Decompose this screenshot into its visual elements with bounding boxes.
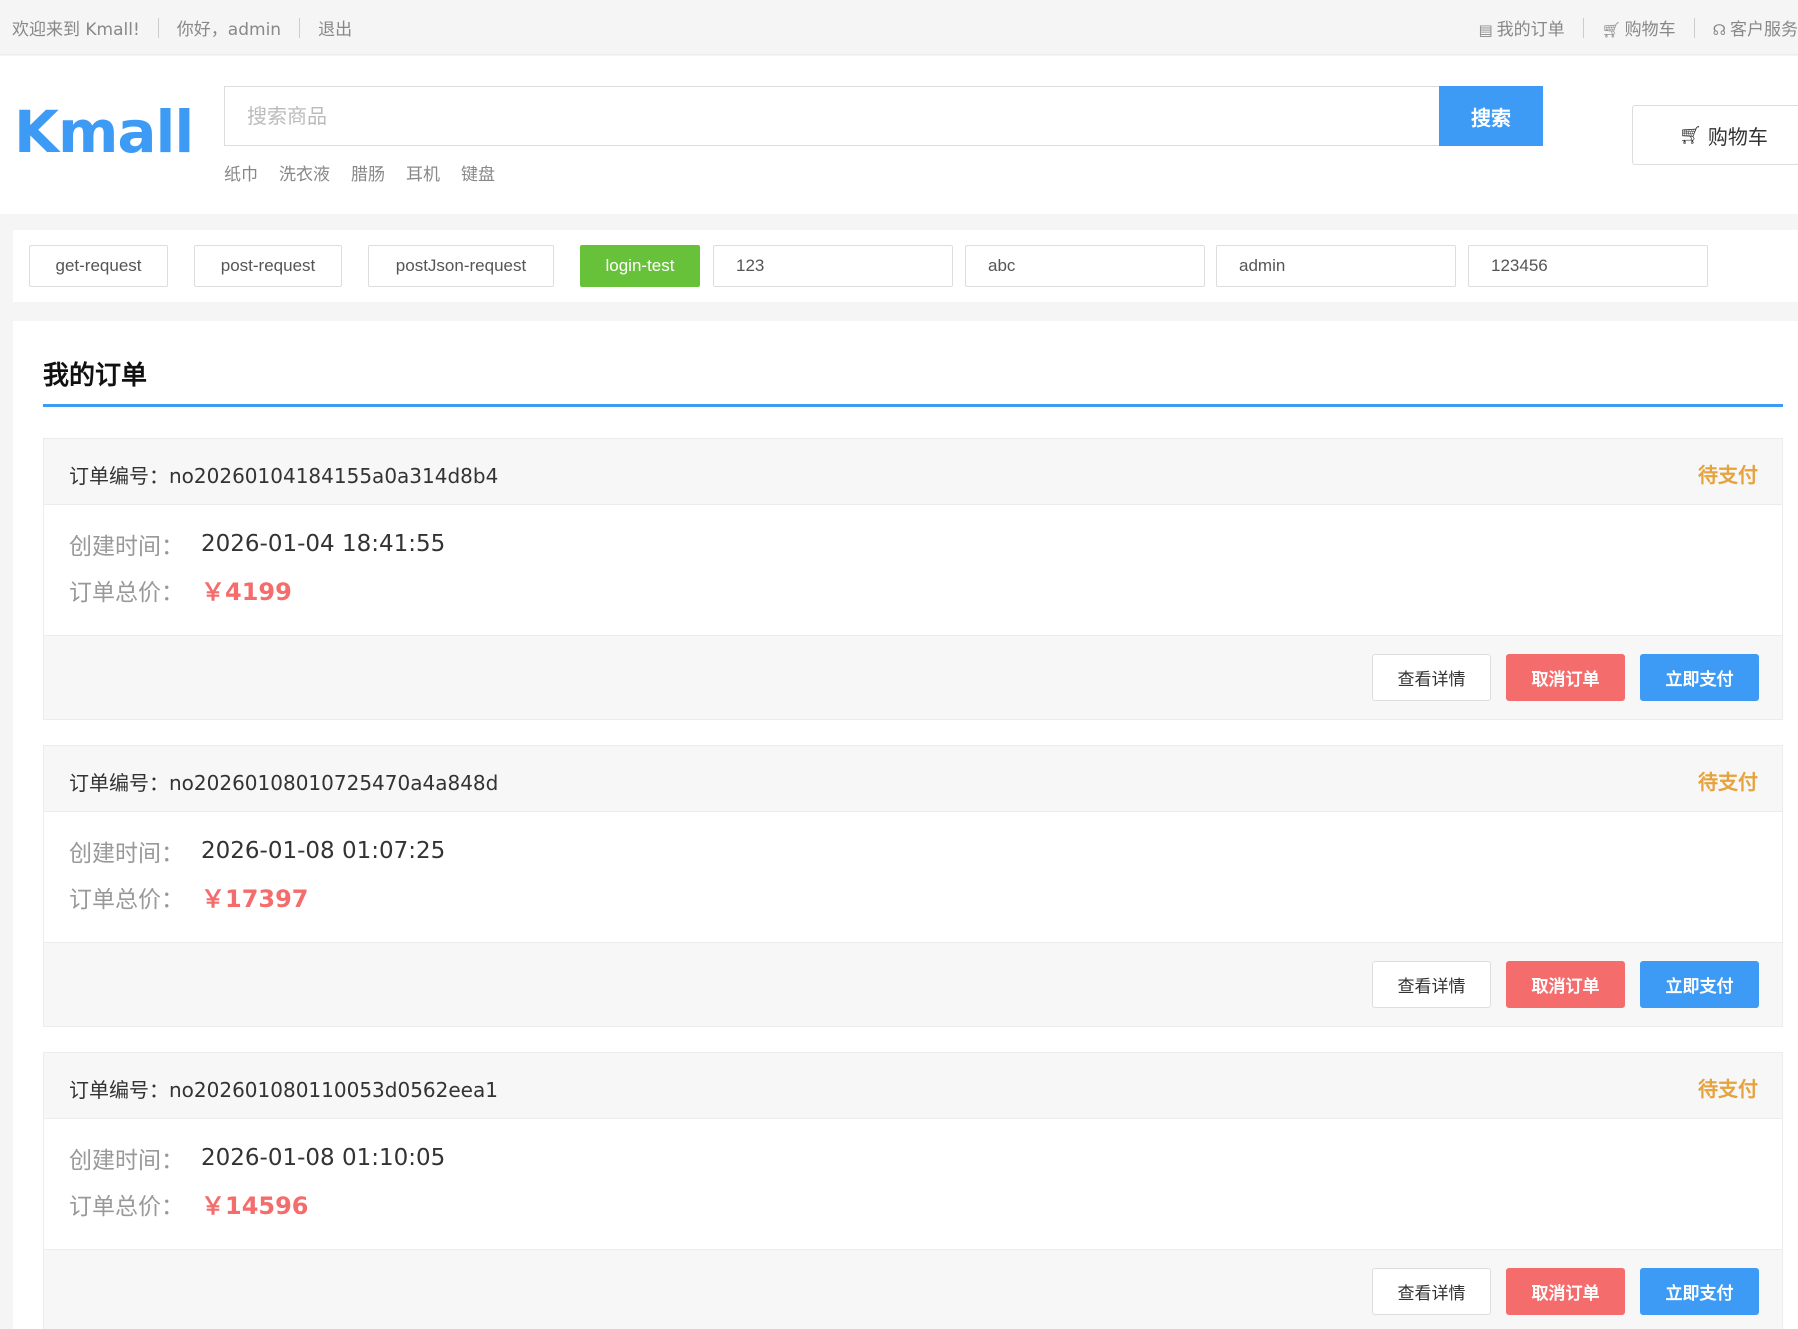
hot-keyword[interactable]: 键盘 bbox=[461, 160, 495, 185]
order-status: 待支付 bbox=[1698, 1077, 1758, 1101]
divider bbox=[1693, 17, 1695, 38]
cart-link[interactable]: 🛒︎ 购物车 bbox=[1602, 15, 1676, 40]
order-card: 订单编号：no202601080110053d0562eea1 待支付 创建时间… bbox=[43, 1052, 1783, 1329]
login-test-button[interactable]: login-test bbox=[580, 245, 700, 287]
hot-keyword[interactable]: 腊肠 bbox=[351, 160, 385, 185]
order-card: 订单编号：no20260104184155a0a314d8b4 待支付 创建时间… bbox=[43, 438, 1783, 720]
cart-icon: 🛒︎ bbox=[1679, 124, 1702, 146]
my-orders-label: 我的订单 bbox=[1496, 20, 1565, 40]
order-actions: 查看详情 取消订单 立即支付 bbox=[44, 635, 1782, 719]
created-label: 创建时间： bbox=[69, 534, 184, 560]
top-bar: 欢迎来到 Kmall! 你好，admin 退出 ▤ 我的订单 🛒︎ 购物车 ☊ 客户服… bbox=[0, 0, 1798, 55]
hot-keyword[interactable]: 洗衣液 bbox=[279, 160, 330, 185]
total-label: 订单总价： bbox=[69, 579, 184, 606]
order-total: ￥14596 bbox=[201, 1192, 309, 1220]
order-no-label: 订单编号： bbox=[69, 771, 169, 795]
logo[interactable]: Kmall bbox=[14, 98, 194, 166]
customer-service-label: 客户服务 bbox=[1730, 20, 1798, 40]
order-created-row: 创建时间： 2026-01-08 01:10:05 bbox=[69, 1141, 445, 1175]
order-number: no20260108010725470a4a848d bbox=[169, 771, 499, 795]
cart-icon: 🛒︎ bbox=[1601, 21, 1621, 39]
post-request-button[interactable]: post-request bbox=[194, 245, 342, 287]
order-body: 创建时间： 2026-01-08 01:07:25 订单总价： ￥17397 bbox=[44, 812, 1782, 942]
top-bar-right: ▤ 我的订单 🛒︎ 购物车 ☊ 客户服务 bbox=[1478, 0, 1798, 55]
order-body: 创建时间： 2026-01-04 18:41:55 订单总价： ￥4199 bbox=[44, 505, 1782, 635]
logout-link[interactable]: 退出 bbox=[318, 15, 352, 40]
order-total: ￥4199 bbox=[201, 578, 292, 606]
test-input-4[interactable] bbox=[1468, 245, 1708, 287]
created-label: 创建时间： bbox=[69, 841, 184, 867]
hot-keyword[interactable]: 耳机 bbox=[406, 160, 440, 185]
test-toolbar: get-request post-request postJson-reques… bbox=[13, 230, 1798, 302]
order-actions: 查看详情 取消订单 立即支付 bbox=[44, 942, 1782, 1026]
get-request-button[interactable]: get-request bbox=[29, 245, 168, 287]
created-label: 创建时间： bbox=[69, 1148, 184, 1174]
test-input-3[interactable] bbox=[1216, 245, 1456, 287]
hot-keywords: 纸巾 洗衣液 腊肠 耳机 键盘 bbox=[224, 160, 495, 185]
cart-link-label: 购物车 bbox=[1624, 20, 1676, 40]
header-cart-label: 购物车 bbox=[1707, 124, 1768, 149]
order-header: 订单编号：no202601080110053d0562eea1 待支付 bbox=[44, 1053, 1782, 1119]
order-total-row: 订单总价： ￥17397 bbox=[69, 879, 309, 914]
total-label: 订单总价： bbox=[69, 886, 184, 913]
divider bbox=[299, 17, 301, 38]
pay-now-button[interactable]: 立即支付 bbox=[1640, 961, 1759, 1008]
headset-icon: ☊ bbox=[1712, 21, 1726, 39]
title-underline bbox=[43, 404, 1783, 407]
order-number: no202601080110053d0562eea1 bbox=[169, 1078, 498, 1102]
order-created-row: 创建时间： 2026-01-08 01:07:25 bbox=[69, 834, 445, 868]
search-button[interactable]: 搜索 bbox=[1439, 86, 1543, 146]
order-number: no20260104184155a0a314d8b4 bbox=[169, 464, 499, 488]
order-no-label: 订单编号： bbox=[69, 1078, 169, 1102]
order-card: 订单编号：no20260108010725470a4a848d 待支付 创建时间… bbox=[43, 745, 1783, 1027]
view-detail-button[interactable]: 查看详情 bbox=[1372, 961, 1491, 1008]
order-total: ￥17397 bbox=[201, 885, 309, 913]
order-actions: 查看详情 取消订单 立即支付 bbox=[44, 1249, 1782, 1329]
post-json-request-button[interactable]: postJson-request bbox=[368, 245, 554, 287]
order-status: 待支付 bbox=[1698, 770, 1758, 794]
total-label: 订单总价： bbox=[69, 1193, 184, 1220]
order-header: 订单编号：no20260104184155a0a314d8b4 待支付 bbox=[44, 439, 1782, 505]
user-greeting: 你好，admin bbox=[176, 20, 282, 40]
order-status: 待支付 bbox=[1698, 463, 1758, 487]
order-no-label: 订单编号： bbox=[69, 464, 169, 488]
welcome-text: 欢迎来到 Kmall! bbox=[12, 20, 140, 40]
divider bbox=[157, 17, 159, 38]
customer-service-link[interactable]: ☊ 客户服务 bbox=[1713, 15, 1798, 40]
pay-now-button[interactable]: 立即支付 bbox=[1640, 1268, 1759, 1315]
created-time: 2026-01-08 01:07:25 bbox=[201, 838, 446, 864]
created-time: 2026-01-08 01:10:05 bbox=[201, 1145, 446, 1171]
order-header: 订单编号：no20260108010725470a4a848d 待支付 bbox=[44, 746, 1782, 812]
order-created-row: 创建时间： 2026-01-04 18:41:55 bbox=[69, 527, 445, 561]
orders-panel: 我的订单 订单编号：no20260104184155a0a314d8b4 待支付… bbox=[13, 321, 1798, 1329]
page-title: 我的订单 bbox=[43, 361, 148, 391]
hot-keyword[interactable]: 纸巾 bbox=[224, 160, 258, 185]
order-total-row: 订单总价： ￥14596 bbox=[69, 1186, 309, 1221]
document-icon: ▤ bbox=[1478, 21, 1493, 39]
test-input-2[interactable] bbox=[965, 245, 1205, 287]
view-detail-button[interactable]: 查看详情 bbox=[1372, 654, 1491, 701]
my-orders-link[interactable]: ▤ 我的订单 bbox=[1478, 15, 1564, 40]
order-body: 创建时间： 2026-01-08 01:10:05 订单总价： ￥14596 bbox=[44, 1119, 1782, 1249]
cancel-order-button[interactable]: 取消订单 bbox=[1506, 1268, 1625, 1315]
search-input[interactable] bbox=[224, 86, 1440, 146]
divider bbox=[1582, 17, 1584, 38]
cancel-order-button[interactable]: 取消订单 bbox=[1506, 654, 1625, 701]
view-detail-button[interactable]: 查看详情 bbox=[1372, 1268, 1491, 1315]
top-bar-left: 欢迎来到 Kmall! 你好，admin 退出 bbox=[12, 0, 352, 55]
pay-now-button[interactable]: 立即支付 bbox=[1640, 654, 1759, 701]
site-header: Kmall 搜索 纸巾 洗衣液 腊肠 耳机 键盘 🛒︎ 购物车 bbox=[0, 56, 1798, 214]
order-total-row: 订单总价： ￥4199 bbox=[69, 572, 292, 607]
test-input-1[interactable] bbox=[713, 245, 953, 287]
header-cart-button[interactable]: 🛒︎ 购物车 bbox=[1632, 105, 1798, 165]
cancel-order-button[interactable]: 取消订单 bbox=[1506, 961, 1625, 1008]
created-time: 2026-01-04 18:41:55 bbox=[201, 531, 446, 557]
